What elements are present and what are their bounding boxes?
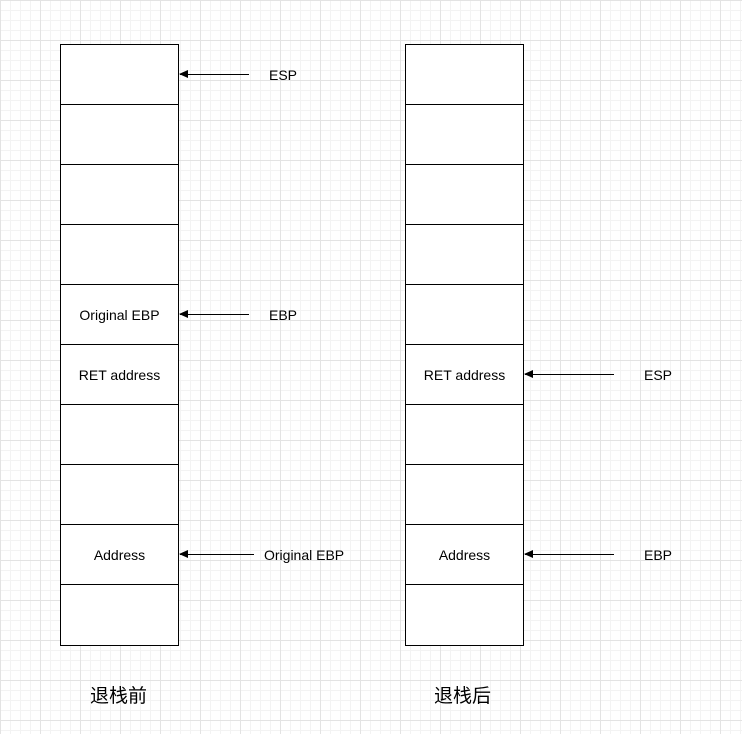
before-esp-label: ESP [269, 67, 298, 83]
stack-before-cell-0 [61, 45, 178, 105]
stack-after-cell-3 [406, 225, 523, 285]
after-esp-label: ESP [644, 367, 673, 383]
stack-before-cell-ret-address: RET address [61, 345, 178, 405]
after-ebp-label: EBP [644, 547, 673, 563]
stack-after-cell-1 [406, 105, 523, 165]
stack-after-cell-9 [406, 585, 523, 645]
stack-before-cell-6 [61, 405, 178, 465]
stack-after-cell-2 [406, 165, 523, 225]
before-ebp-arrow [179, 310, 249, 318]
stack-before-cell-9 [61, 585, 178, 645]
stack-before-cell-2 [61, 165, 178, 225]
stack-after-cell-0 [406, 45, 523, 105]
stack-after: RET address Address [405, 44, 524, 646]
before-esp-arrow [179, 70, 249, 78]
stack-before: Original EBP RET address Address [60, 44, 179, 646]
stack-after-cell-7 [406, 465, 523, 525]
after-esp-arrow [524, 370, 614, 378]
stack-after-cell-address: Address [406, 525, 523, 585]
before-ebp-label: EBP [269, 307, 298, 323]
after-ebp-arrow [524, 550, 614, 558]
stack-before-cell-3 [61, 225, 178, 285]
stack-before-cell-7 [61, 465, 178, 525]
stack-before-cell-address: Address [61, 525, 178, 585]
stack-after-cell-6 [406, 405, 523, 465]
before-original-ebp-label: Original EBP [264, 547, 345, 563]
stack-after-cell-4 [406, 285, 523, 345]
stack-after-cell-ret-address: RET address [406, 345, 523, 405]
before-caption: 退栈前 [90, 685, 148, 707]
stack-before-cell-original-ebp: Original EBP [61, 285, 178, 345]
stack-before-cell-1 [61, 105, 178, 165]
after-caption: 退栈后 [434, 685, 492, 707]
before-original-ebp-arrow [179, 550, 254, 558]
